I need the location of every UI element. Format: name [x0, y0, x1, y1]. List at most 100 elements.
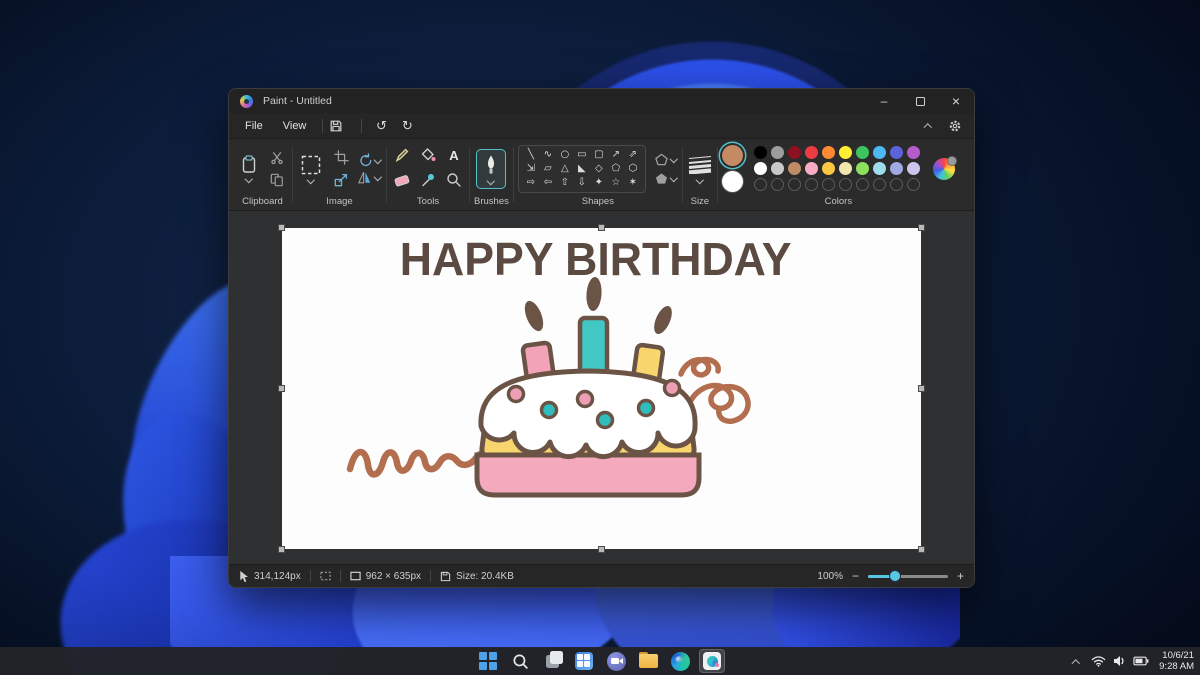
volume-icon[interactable] — [1113, 655, 1126, 667]
collapse-ribbon-icon[interactable] — [924, 123, 932, 129]
shape-option-14[interactable]: ⇨ — [523, 176, 539, 190]
palette-color-2-7[interactable] — [872, 162, 886, 175]
undo-button[interactable]: ↺ — [368, 118, 394, 134]
size-dropdown-icon[interactable] — [696, 177, 704, 183]
clock[interactable]: 10/6/21 9:28 AM — [1159, 650, 1194, 673]
rotate-button[interactable] — [357, 152, 382, 168]
minimize-button[interactable]: – — [866, 89, 902, 113]
cut-button[interactable] — [266, 148, 288, 168]
resize-handle[interactable] — [278, 384, 285, 392]
pencil-tool[interactable] — [391, 145, 413, 165]
palette-empty-slot-6[interactable] — [855, 178, 869, 191]
zoom-in-button[interactable]: + — [957, 569, 964, 583]
shape-fill-dropdown-icon[interactable] — [670, 175, 678, 181]
palette-color-1-9[interactable] — [906, 146, 920, 159]
shape-option-4[interactable]: ▢ — [591, 148, 607, 162]
shape-option-8[interactable]: ▱ — [540, 162, 556, 176]
flip-dropdown-icon[interactable] — [374, 174, 382, 180]
task-view-button[interactable] — [539, 649, 565, 673]
text-tool[interactable]: A — [443, 145, 465, 165]
shape-option-5[interactable]: ↗ — [608, 148, 624, 162]
palette-color-1-7[interactable] — [872, 146, 886, 159]
shape-option-11[interactable]: ◇ — [591, 162, 607, 176]
size-button[interactable] — [687, 154, 713, 183]
view-menu[interactable]: View — [273, 117, 317, 135]
resize-handle[interactable] — [918, 384, 925, 392]
palette-color-1-3[interactable] — [804, 146, 818, 159]
palette-color-2-1[interactable] — [770, 162, 784, 175]
shape-option-17[interactable]: ⇩ — [574, 176, 590, 190]
zoom-slider[interactable] — [867, 570, 948, 582]
palette-color-1-0[interactable] — [753, 146, 767, 159]
palette-empty-slot-7[interactable] — [872, 178, 886, 191]
battery-icon[interactable] — [1133, 656, 1149, 666]
palette-color-1-2[interactable] — [787, 146, 801, 159]
palette-empty-slot-8[interactable] — [889, 178, 903, 191]
shape-option-18[interactable]: ✦ — [591, 176, 607, 190]
search-button[interactable] — [507, 649, 533, 673]
palette-color-2-4[interactable] — [821, 162, 835, 175]
resize-handle[interactable] — [918, 546, 925, 553]
shape-option-19[interactable]: ☆ — [608, 176, 624, 190]
palette-empty-slot-9[interactable] — [906, 178, 920, 191]
widgets-button[interactable] — [571, 649, 597, 673]
resize-handle[interactable] — [597, 224, 605, 231]
select-button[interactable] — [297, 153, 325, 185]
wifi-icon[interactable] — [1091, 655, 1106, 667]
edit-colors-button[interactable] — [932, 155, 957, 180]
eraser-tool[interactable] — [391, 170, 413, 190]
palette-color-2-3[interactable] — [804, 162, 818, 175]
palette-color-1-1[interactable] — [770, 146, 784, 159]
palette-color-1-5[interactable] — [838, 146, 852, 159]
chat-button[interactable] — [603, 649, 629, 673]
palette-color-2-0[interactable] — [753, 162, 767, 175]
color1-swatch[interactable] — [721, 145, 743, 166]
palette-color-1-4[interactable] — [821, 146, 835, 159]
shape-option-6[interactable]: ⇗ — [625, 148, 641, 162]
maximize-button[interactable] — [902, 89, 938, 113]
file-menu[interactable]: File — [235, 117, 273, 135]
zoom-slider-thumb[interactable] — [889, 570, 902, 582]
shape-option-13[interactable]: ⬡ — [625, 162, 641, 176]
shape-option-9[interactable]: △ — [557, 162, 573, 176]
palette-color-2-9[interactable] — [906, 162, 920, 175]
start-button[interactable] — [475, 649, 501, 673]
paste-button[interactable] — [237, 153, 261, 184]
shape-outline-button[interactable] — [655, 153, 678, 166]
color2-swatch[interactable] — [721, 171, 743, 192]
fill-tool[interactable] — [417, 145, 439, 165]
redo-button[interactable]: ↻ — [394, 118, 420, 134]
palette-color-2-6[interactable] — [855, 162, 869, 175]
palette-empty-slot-1[interactable] — [770, 178, 784, 191]
shape-option-1[interactable]: ∿ — [540, 148, 556, 162]
resize-handle[interactable] — [918, 224, 925, 231]
shape-option-12[interactable]: ⬠ — [608, 162, 624, 176]
resize-button[interactable] — [330, 170, 352, 190]
tray-overflow-icon[interactable] — [1072, 658, 1080, 664]
gear-icon[interactable] — [948, 119, 962, 133]
flip-button[interactable] — [357, 170, 382, 185]
shape-option-15[interactable]: ⇦ — [540, 176, 556, 190]
palette-color-1-6[interactable] — [855, 146, 869, 159]
drawing-canvas[interactable]: HAPPY BIRTHDAY — [278, 224, 925, 553]
palette-color-1-8[interactable] — [889, 146, 903, 159]
palette-color-2-2[interactable] — [787, 162, 801, 175]
palette-color-2-5[interactable] — [838, 162, 852, 175]
palette-empty-slot-3[interactable] — [804, 178, 818, 191]
zoom-out-button[interactable]: − — [852, 569, 859, 583]
rotate-dropdown-icon[interactable] — [374, 157, 382, 163]
palette-color-2-8[interactable] — [889, 162, 903, 175]
palette-empty-slot-0[interactable] — [753, 178, 767, 191]
shape-option-3[interactable]: ▭ — [574, 148, 590, 162]
shape-option-20[interactable]: ✶ — [625, 176, 641, 190]
paint-taskbar-button[interactable] — [699, 649, 725, 673]
color-picker-tool[interactable] — [417, 170, 439, 190]
shape-option-10[interactable]: ◣ — [574, 162, 590, 176]
copy-button[interactable] — [266, 170, 288, 190]
shape-outline-dropdown-icon[interactable] — [670, 156, 678, 162]
brushes-button[interactable] — [476, 148, 507, 189]
edge-button[interactable] — [667, 649, 693, 673]
select-dropdown-icon[interactable] — [307, 177, 315, 183]
palette-empty-slot-4[interactable] — [821, 178, 835, 191]
close-button[interactable]: × — [938, 89, 974, 113]
